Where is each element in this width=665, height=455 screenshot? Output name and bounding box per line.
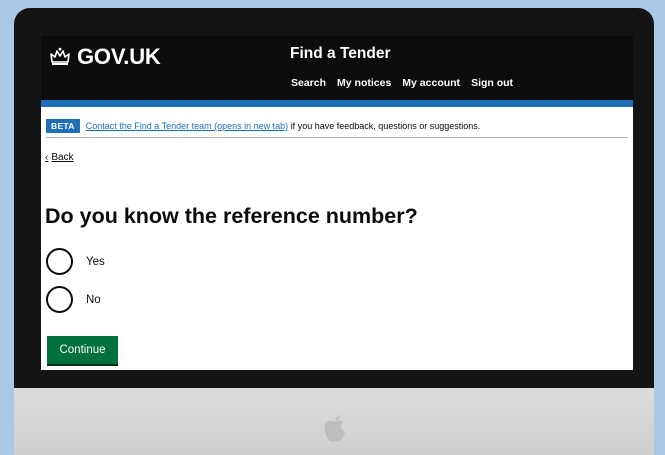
service-name[interactable]: Find a Tender [290, 45, 390, 63]
back-link-label: Back [51, 152, 74, 163]
crown-icon [50, 47, 70, 65]
radio-label-yes: Yes [86, 255, 105, 268]
beta-tag: BETA [46, 119, 80, 133]
radio-label-no: No [86, 293, 101, 306]
apple-logo-icon [324, 415, 345, 442]
browser-screen: GOV.UK Find a Tender Search My notices M… [41, 36, 633, 370]
header-nav: Search My notices My account Sign out [291, 77, 513, 89]
nav-sign-out[interactable]: Sign out [471, 77, 513, 89]
phase-banner-text: if you have feedback, questions or sugge… [290, 121, 481, 131]
chevron-left-icon: ‹ [45, 152, 49, 163]
phase-banner: BETA Contact the Find a Tender team (ope… [46, 115, 628, 138]
page-title: Do you know the reference number? [45, 204, 418, 228]
nav-search[interactable]: Search [291, 77, 326, 89]
feedback-link[interactable]: Contact the Find a Tender team (opens in… [86, 121, 288, 131]
back-link[interactable]: ‹ Back [45, 152, 74, 163]
radio-button[interactable] [46, 248, 73, 275]
nav-my-account[interactable]: My account [402, 77, 460, 89]
govuk-logo[interactable]: GOV.UK [49, 44, 161, 70]
govuk-header: GOV.UK Find a Tender Search My notices M… [41, 36, 633, 100]
radio-option-no[interactable]: No [46, 286, 101, 313]
continue-button[interactable]: Continue [47, 336, 118, 364]
radio-option-yes[interactable]: Yes [46, 248, 105, 275]
nav-my-notices[interactable]: My notices [337, 77, 391, 89]
govuk-logo-text: GOV.UK [77, 44, 161, 69]
header-accent-bar [41, 100, 633, 107]
radio-button[interactable] [46, 286, 73, 313]
phase-banner-message: Contact the Find a Tender team (opens in… [86, 121, 481, 131]
